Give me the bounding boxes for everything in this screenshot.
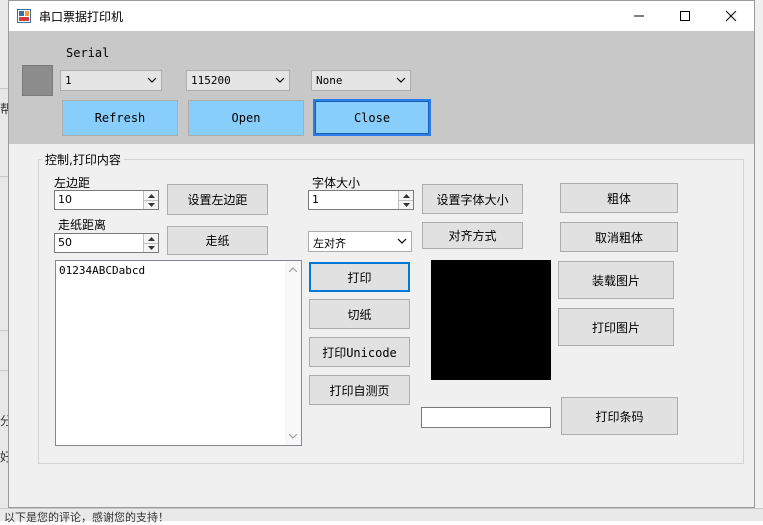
spin-down-icon[interactable]: [144, 243, 158, 252]
font-size-input[interactable]: 1: [308, 190, 414, 210]
alignment-select-value: 左对齐: [313, 237, 346, 250]
set-font-size-button[interactable]: 设置字体大小: [422, 184, 523, 214]
parity-select[interactable]: None: [311, 70, 411, 91]
print-content-textarea[interactable]: 01234ABCDabcd: [55, 260, 302, 446]
port-select-value: 1: [65, 74, 72, 87]
baud-rate-select-value: 115200: [191, 74, 231, 87]
close-icon: [725, 10, 737, 22]
print-image-button[interactable]: 打印图片: [558, 308, 674, 346]
chevron-down-icon: [275, 77, 285, 83]
feed-distance-input[interactable]: 50: [54, 233, 159, 253]
left-margin-label: 左边距: [54, 176, 91, 190]
print-content-text: 01234ABCDabcd: [59, 264, 146, 277]
font-size-spinner[interactable]: [398, 191, 413, 209]
feed-paper-button[interactable]: 走纸: [167, 226, 268, 255]
baud-rate-select[interactable]: 115200: [186, 70, 290, 91]
chevron-down-icon: [396, 77, 406, 83]
feed-distance-spinner[interactable]: [143, 234, 158, 252]
background-window-edge: [0, 0, 8, 521]
port-select[interactable]: 1: [60, 70, 162, 91]
barcode-input[interactable]: [421, 407, 551, 428]
chevron-down-icon: [147, 77, 157, 83]
connection-status-indicator: [22, 65, 53, 96]
print-self-test-button[interactable]: 打印自测页: [309, 375, 410, 405]
left-margin-input[interactable]: 10: [54, 190, 159, 210]
textarea-scrollbar[interactable]: [285, 261, 301, 445]
print-unicode-button[interactable]: 打印Unicode: [309, 337, 410, 367]
title-bar[interactable]: 串口票据打印机: [9, 1, 754, 31]
alignment-button[interactable]: 对齐方式: [422, 222, 523, 249]
background-divider: [0, 330, 8, 331]
serial-label: Serial: [66, 46, 110, 60]
background-text-fragment: 以下是您的评论，感谢您的支持！: [4, 511, 169, 524]
bold-button[interactable]: 粗体: [560, 183, 678, 213]
close-port-button[interactable]: Close: [313, 99, 431, 136]
maximize-icon: [680, 11, 690, 21]
parity-select-value: None: [316, 74, 343, 87]
font-size-value: 1: [312, 193, 319, 206]
left-margin-spinner[interactable]: [143, 191, 158, 209]
image-preview: [431, 260, 551, 380]
maximize-button[interactable]: [662, 1, 708, 31]
minimize-button[interactable]: [616, 1, 662, 31]
chevron-down-icon: [397, 238, 407, 244]
print-barcode-button[interactable]: 打印条码: [561, 397, 678, 435]
feed-distance-value: 50: [58, 236, 72, 249]
load-image-button[interactable]: 装载图片: [558, 261, 674, 299]
cancel-bold-button[interactable]: 取消粗体: [560, 222, 678, 252]
background-divider: [0, 88, 8, 89]
background-divider: [0, 176, 8, 177]
scroll-down-icon[interactable]: [289, 434, 297, 439]
scroll-up-icon[interactable]: [289, 267, 297, 272]
cut-paper-button[interactable]: 切纸: [309, 299, 410, 329]
window-title: 串口票据打印机: [39, 10, 124, 24]
background-divider: [0, 370, 8, 371]
set-left-margin-button[interactable]: 设置左边距: [167, 184, 268, 215]
control-group-title: 控制,打印内容: [42, 151, 124, 168]
app-window: 串口票据打印机 Serial 1 115200 None Refresh Ope…: [8, 0, 755, 508]
refresh-button[interactable]: Refresh: [62, 100, 178, 136]
feed-distance-label: 走纸距离: [58, 218, 107, 232]
spin-down-icon[interactable]: [399, 200, 413, 209]
close-window-button[interactable]: [708, 1, 754, 31]
print-button[interactable]: 打印: [309, 262, 410, 292]
left-margin-value: 10: [58, 193, 72, 206]
minimize-icon: [634, 15, 644, 17]
open-port-button[interactable]: Open: [188, 100, 304, 136]
font-size-label: 字体大小: [312, 176, 361, 190]
alignment-select[interactable]: 左对齐: [308, 231, 412, 252]
spin-down-icon[interactable]: [144, 200, 158, 209]
app-icon: [17, 9, 31, 23]
